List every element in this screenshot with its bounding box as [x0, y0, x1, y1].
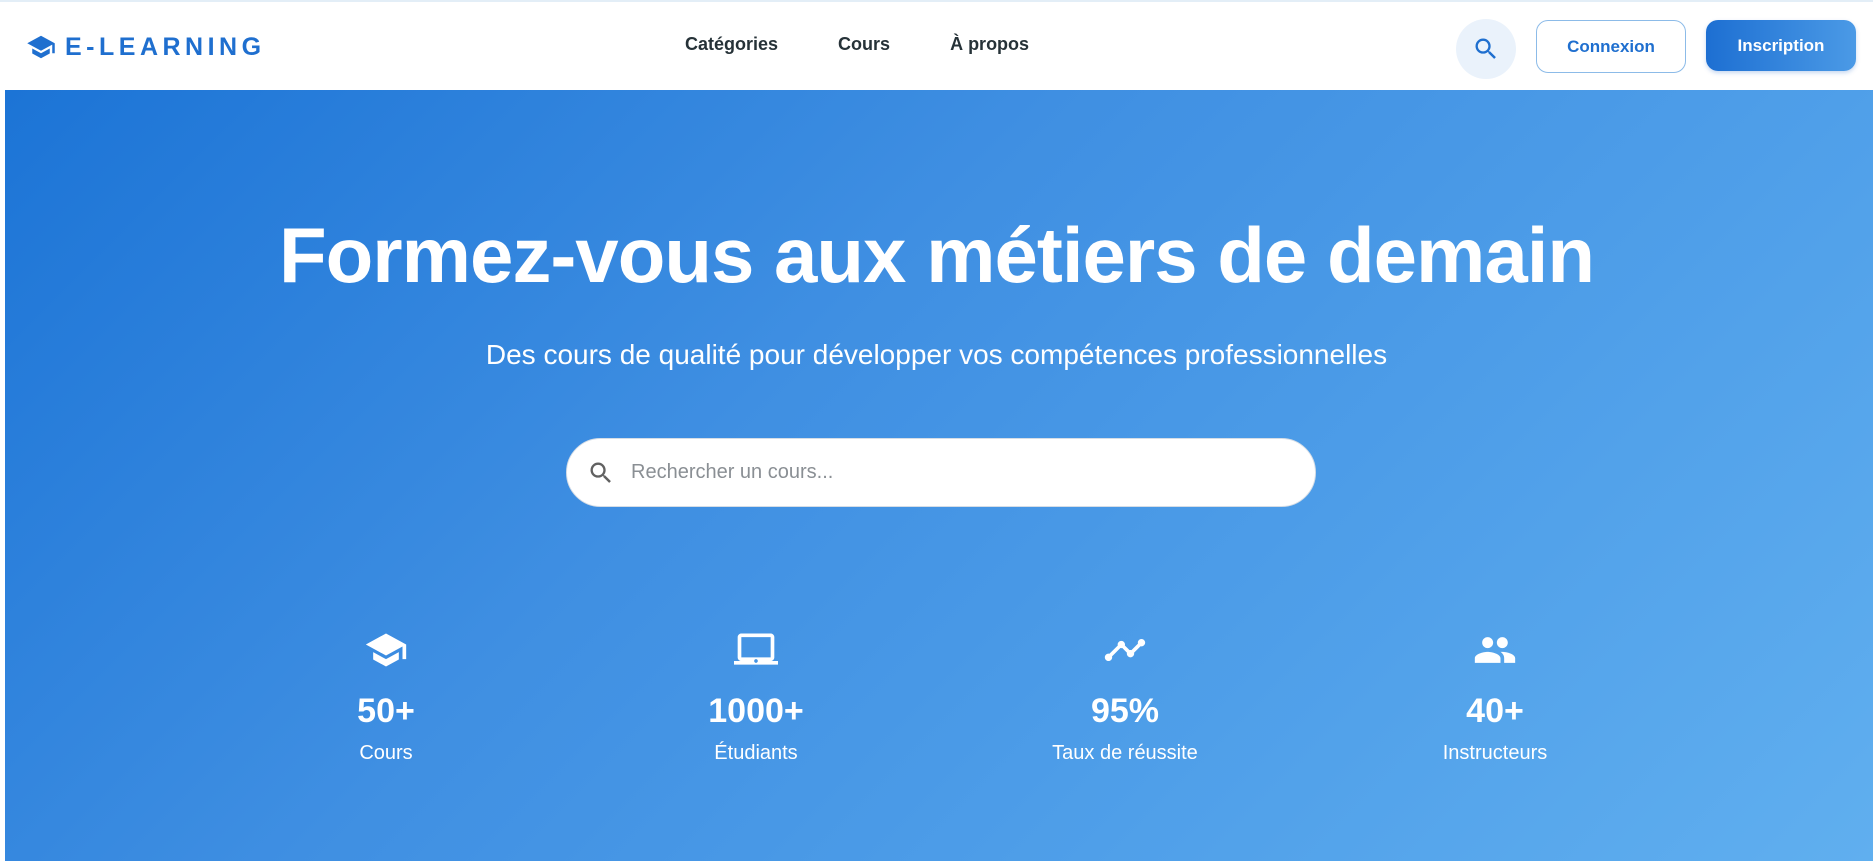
laptop-icon: [734, 628, 778, 672]
nav-link-courses[interactable]: Cours: [838, 34, 890, 55]
stat-label: Instructeurs: [1442, 742, 1548, 764]
nav-search-button[interactable]: [1456, 19, 1516, 79]
stat-label: Taux de réussite: [1052, 742, 1198, 764]
signup-button[interactable]: Inscription: [1706, 20, 1856, 71]
trending-line-icon: [1103, 628, 1147, 672]
brand-name: E-LEARNING: [65, 32, 266, 61]
stat-value: 50+: [357, 692, 415, 730]
hero-title: Formez-vous aux métiers de demain: [278, 211, 1595, 299]
brand-logo[interactable]: E-LEARNING: [25, 32, 266, 62]
main-nav: Catégories Cours À propos: [685, 34, 1029, 55]
search-icon: [567, 459, 615, 487]
hero-search-bar[interactable]: [566, 438, 1316, 507]
stat-courses: 50+ Cours: [266, 628, 506, 766]
stat-value: 40+: [1466, 692, 1524, 730]
stat-label: Cours: [359, 742, 413, 764]
stat-label: Étudiants: [714, 742, 798, 764]
stat-students: 1000+ Étudiants: [636, 628, 876, 766]
stat-instructors: 40+ Instructeurs: [1375, 628, 1615, 766]
graduation-cap-icon: [25, 32, 57, 62]
nav-link-categories[interactable]: Catégories: [685, 34, 778, 55]
stat-value: 1000+: [708, 692, 804, 730]
top-navbar: E-LEARNING Catégories Cours À propos Con…: [0, 0, 1873, 90]
course-search-input[interactable]: [629, 460, 1269, 485]
search-icon: [1472, 35, 1500, 63]
stat-value: 95%: [1090, 692, 1160, 730]
graduation-cap-icon: [364, 628, 408, 672]
people-icon: [1473, 628, 1517, 672]
nav-link-about[interactable]: À propos: [950, 34, 1029, 55]
login-button[interactable]: Connexion: [1536, 20, 1686, 73]
hero-subtitle: Des cours de qualité pour développer vos…: [485, 339, 1388, 370]
stat-success-rate: 95% Taux de réussite: [1005, 628, 1245, 766]
